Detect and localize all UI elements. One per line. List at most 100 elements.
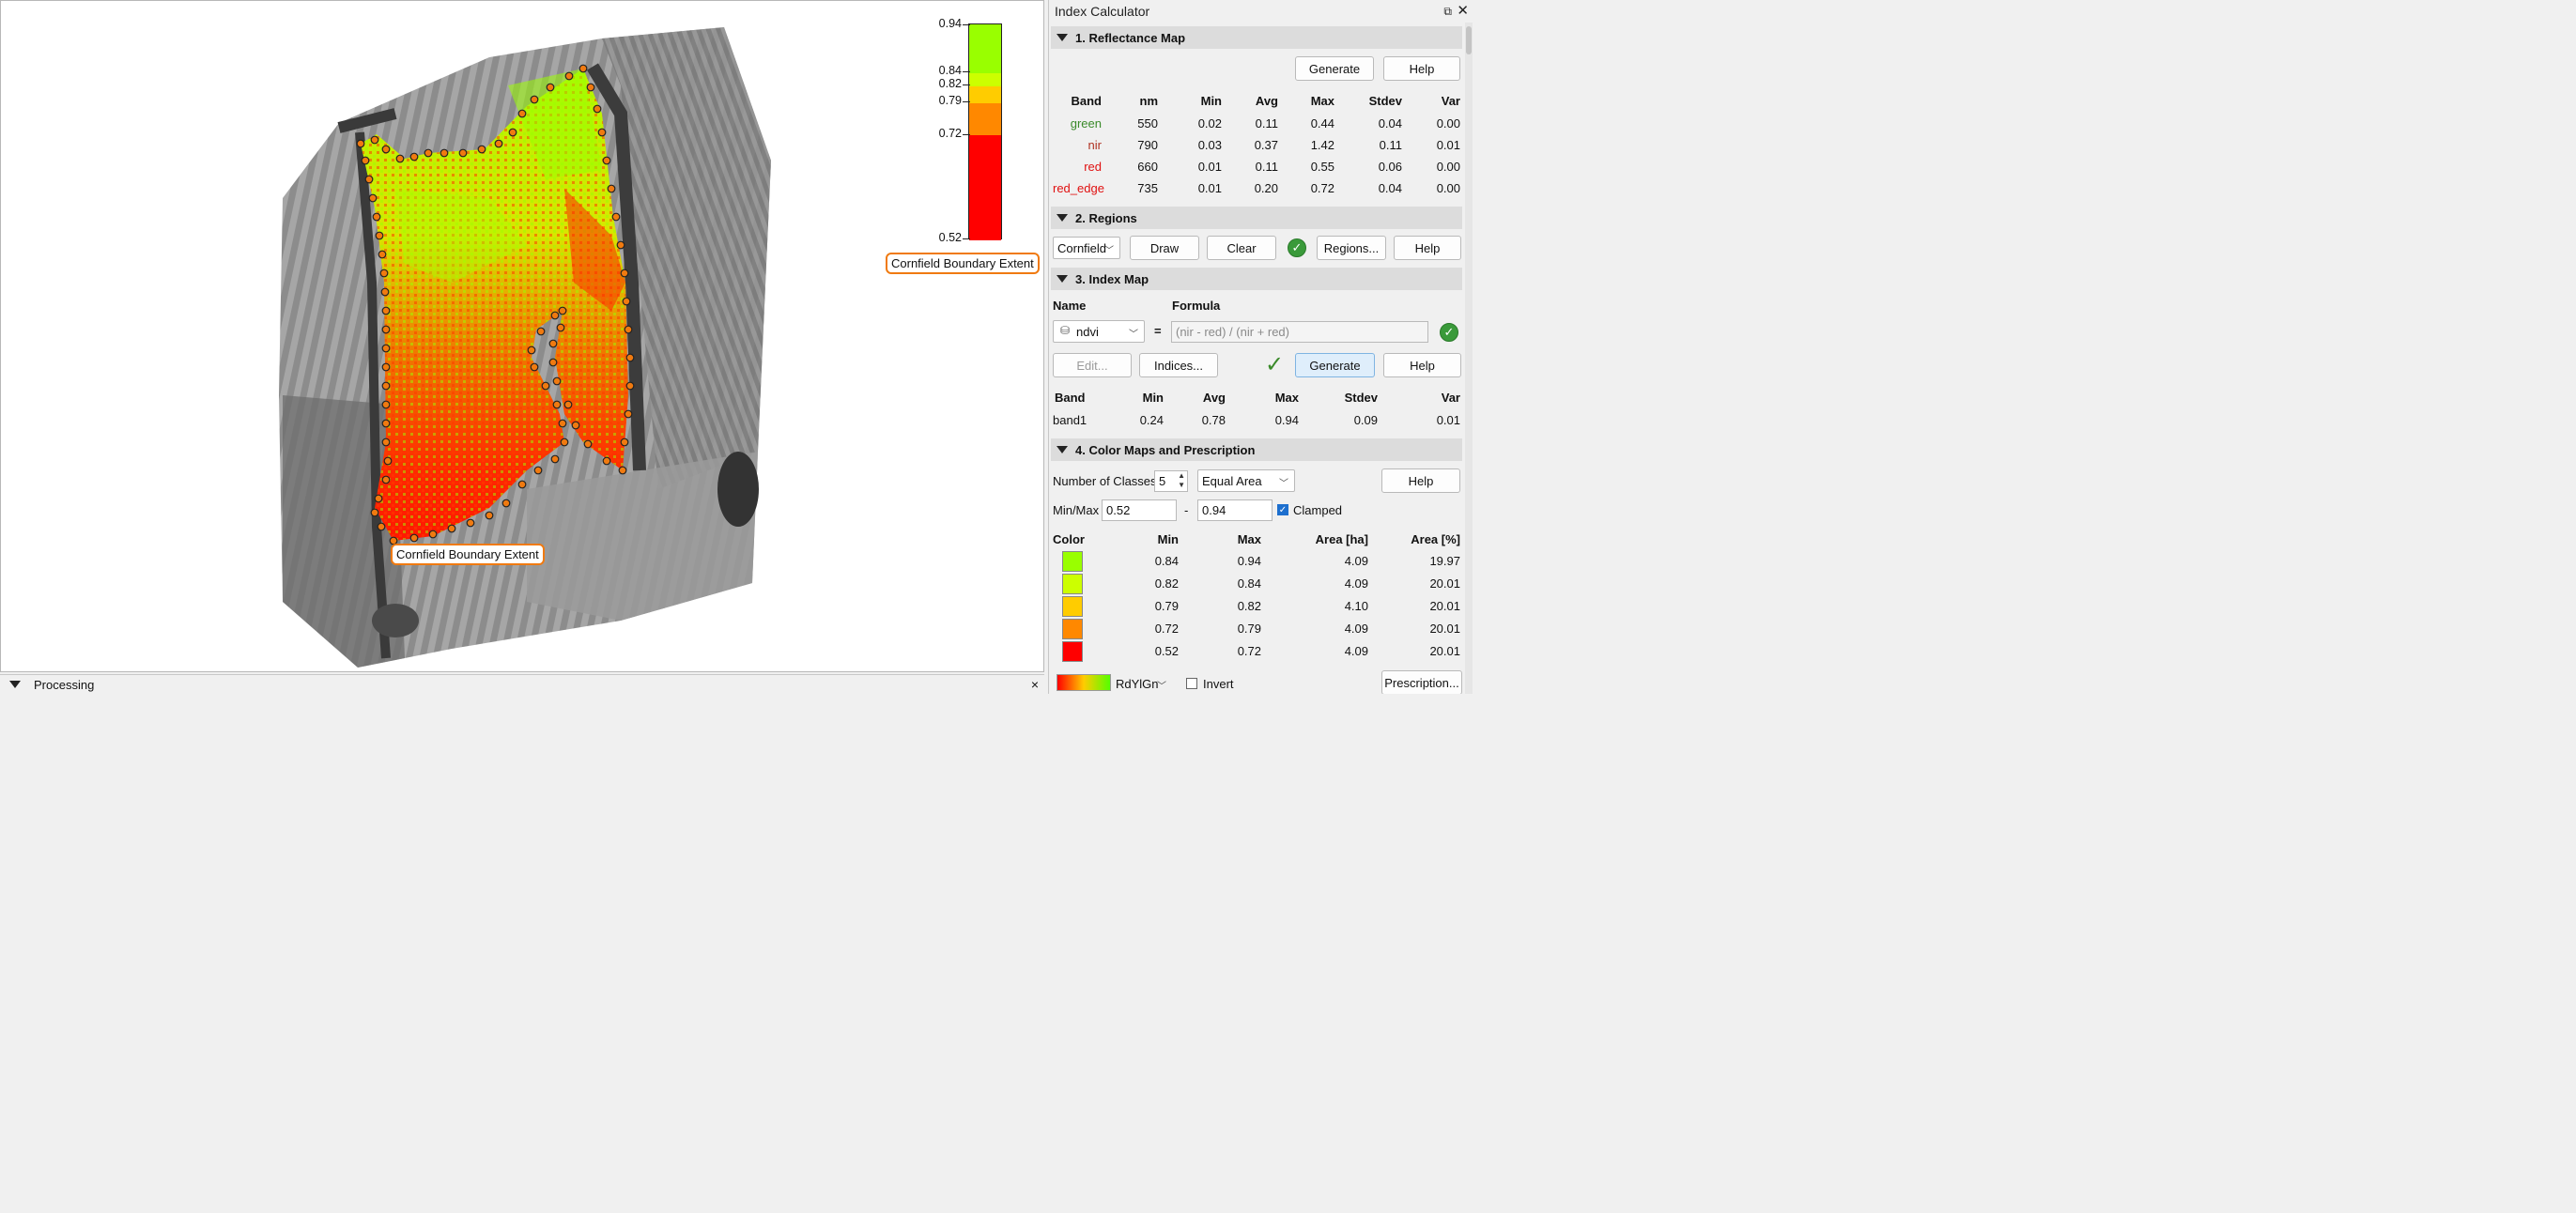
close-panel-icon[interactable]: ✕ bbox=[1457, 2, 1469, 19]
col-header: nm bbox=[1139, 94, 1159, 108]
band-avg-cell: 0.20 bbox=[1254, 181, 1278, 195]
class-color-swatch[interactable] bbox=[1062, 619, 1083, 639]
draw-region-button[interactable]: Draw bbox=[1130, 236, 1199, 260]
clamped-checkbox[interactable]: ✓ bbox=[1277, 504, 1288, 515]
class-area_pct-cell: 20.01 bbox=[1429, 622, 1460, 636]
section-regions-header[interactable]: 2. Regions bbox=[1051, 207, 1462, 229]
band-name-cell: green bbox=[1070, 116, 1102, 131]
class-area_ha-cell: 4.09 bbox=[1344, 554, 1368, 568]
col-header: Min bbox=[1157, 532, 1179, 546]
class-color-swatch[interactable] bbox=[1062, 596, 1083, 617]
col-header: Min bbox=[1142, 391, 1164, 405]
min-value-input[interactable]: 0.52 bbox=[1102, 499, 1177, 521]
class-max-cell: 0.84 bbox=[1237, 576, 1261, 591]
band-avg-cell: 0.11 bbox=[1255, 160, 1278, 174]
clear-region-button[interactable]: Clear bbox=[1207, 236, 1276, 260]
edit-index-button[interactable]: Edit... bbox=[1053, 353, 1132, 377]
class-max-cell: 0.94 bbox=[1237, 554, 1261, 568]
equals-sign: = bbox=[1154, 324, 1162, 338]
spin-arrows-icon[interactable]: ▲ ▼ bbox=[1178, 471, 1185, 490]
band-name-cell: nir bbox=[1087, 138, 1102, 152]
legend-class-1 bbox=[969, 24, 1001, 73]
help-regions-button[interactable]: Help bbox=[1394, 236, 1461, 260]
index-name-select[interactable]: ⛁ ndvi ﹀ bbox=[1053, 320, 1145, 343]
region-select-value: Cornfield bbox=[1057, 240, 1107, 255]
legend-tick-label: 0.94 bbox=[938, 17, 962, 30]
section-title: 3. Index Map bbox=[1075, 271, 1149, 286]
help-colormap-button[interactable]: Help bbox=[1381, 468, 1460, 493]
col-header: Band bbox=[1071, 94, 1103, 108]
col-header: Max bbox=[1310, 94, 1334, 108]
index-calculator-app: Cornfield Boundary Extent Cornfield Boun… bbox=[0, 0, 1473, 694]
section-color-maps-header[interactable]: 4. Color Maps and Prescription bbox=[1051, 438, 1462, 461]
col-header: Var bbox=[1441, 94, 1460, 108]
index-min-cell: 0.24 bbox=[1139, 413, 1164, 427]
indices-button[interactable]: Indices... bbox=[1139, 353, 1218, 377]
class-min-cell: 0.82 bbox=[1154, 576, 1179, 591]
close-icon[interactable]: × bbox=[1031, 677, 1039, 692]
band-nm-cell: 790 bbox=[1137, 138, 1158, 152]
band-var-cell: 0.00 bbox=[1436, 116, 1460, 131]
help-reflectance-button[interactable]: Help bbox=[1383, 56, 1460, 81]
colormap-select[interactable]: RdYlGn ﹀ bbox=[1053, 672, 1173, 694]
invert-checkbox[interactable] bbox=[1186, 678, 1197, 689]
collapse-triangle-icon[interactable] bbox=[1057, 34, 1068, 41]
col-header: Color bbox=[1053, 532, 1085, 546]
class-min-cell: 0.52 bbox=[1154, 644, 1179, 658]
col-header: Avg bbox=[1202, 391, 1226, 405]
panel-title: Index Calculator bbox=[1055, 4, 1150, 19]
chevron-down-icon: ﹀ bbox=[1129, 330, 1138, 340]
formula-valid-check-icon: ✓ bbox=[1440, 323, 1458, 342]
generate-reflectance-button[interactable]: Generate bbox=[1295, 56, 1374, 81]
legend-boundary-label[interactable]: Cornfield Boundary Extent bbox=[886, 253, 1040, 274]
legend-class-2 bbox=[969, 73, 1001, 86]
section-title: 2. Regions bbox=[1075, 210, 1137, 225]
color-legend bbox=[968, 23, 1002, 240]
panel-scrollbar[interactable] bbox=[1465, 23, 1473, 694]
band-max-cell: 1.42 bbox=[1310, 138, 1334, 152]
class-color-swatch[interactable] bbox=[1062, 551, 1083, 572]
class-area_pct-cell: 19.97 bbox=[1429, 554, 1460, 568]
chevron-down-icon: ﹀ bbox=[1104, 246, 1114, 256]
classification-method-select[interactable]: Equal Area ﹀ bbox=[1197, 469, 1295, 492]
band-nm-cell: 735 bbox=[1137, 181, 1158, 195]
processing-panel[interactable]: Processing × bbox=[0, 674, 1044, 694]
legend-class-5 bbox=[969, 135, 1001, 240]
legend-tick-label: 0.84 bbox=[938, 64, 962, 77]
class-min-cell: 0.72 bbox=[1154, 622, 1179, 636]
index-max-cell: 0.94 bbox=[1274, 413, 1299, 427]
section-index-map-header[interactable]: 3. Index Map bbox=[1051, 268, 1462, 290]
col-header: Min bbox=[1200, 94, 1222, 108]
band-stdev-cell: 0.04 bbox=[1378, 116, 1402, 131]
band-var-cell: 0.00 bbox=[1436, 181, 1460, 195]
band-stdev-cell: 0.04 bbox=[1378, 181, 1402, 195]
formula-input[interactable]: (nir - red) / (nir + red) bbox=[1171, 321, 1428, 343]
generate-index-button[interactable]: Generate bbox=[1295, 353, 1375, 377]
col-header: Stdev bbox=[1344, 391, 1378, 405]
scrollbar-thumb[interactable] bbox=[1466, 26, 1472, 54]
class-color-swatch[interactable] bbox=[1062, 574, 1083, 594]
help-index-button[interactable]: Help bbox=[1383, 353, 1461, 377]
class-area_ha-cell: 4.10 bbox=[1344, 599, 1368, 613]
float-window-icon[interactable]: ⧉ bbox=[1443, 5, 1452, 19]
section-title: 4. Color Maps and Prescription bbox=[1075, 442, 1256, 457]
collapse-triangle-icon[interactable] bbox=[9, 681, 21, 688]
section-reflectance-header[interactable]: 1. Reflectance Map bbox=[1051, 26, 1462, 49]
collapse-triangle-icon[interactable] bbox=[1057, 275, 1068, 283]
classes-spinbox[interactable]: 5 ▲ ▼ bbox=[1154, 470, 1188, 492]
minmax-label: Min/Max bbox=[1053, 503, 1100, 517]
region-select[interactable]: Cornfield ﹀ bbox=[1053, 237, 1120, 259]
band-min-cell: 0.01 bbox=[1197, 160, 1222, 174]
max-value-input[interactable]: 0.94 bbox=[1197, 499, 1273, 521]
prescription-button[interactable]: Prescription... bbox=[1381, 670, 1462, 694]
map-canvas[interactable]: Cornfield Boundary Extent Cornfield Boun… bbox=[0, 0, 1044, 672]
regions-manager-button[interactable]: Regions... bbox=[1317, 236, 1386, 260]
collapse-triangle-icon[interactable] bbox=[1057, 446, 1068, 453]
class-color-swatch[interactable] bbox=[1062, 641, 1083, 662]
field-boundary-label[interactable]: Cornfield Boundary Extent bbox=[391, 544, 545, 565]
index-name-value: ndvi bbox=[1076, 324, 1099, 339]
collapse-triangle-icon[interactable] bbox=[1057, 214, 1068, 222]
class-max-cell: 0.72 bbox=[1237, 644, 1261, 658]
legend-tick-label: 0.52 bbox=[938, 231, 962, 244]
col-header: Area [%] bbox=[1411, 532, 1460, 546]
